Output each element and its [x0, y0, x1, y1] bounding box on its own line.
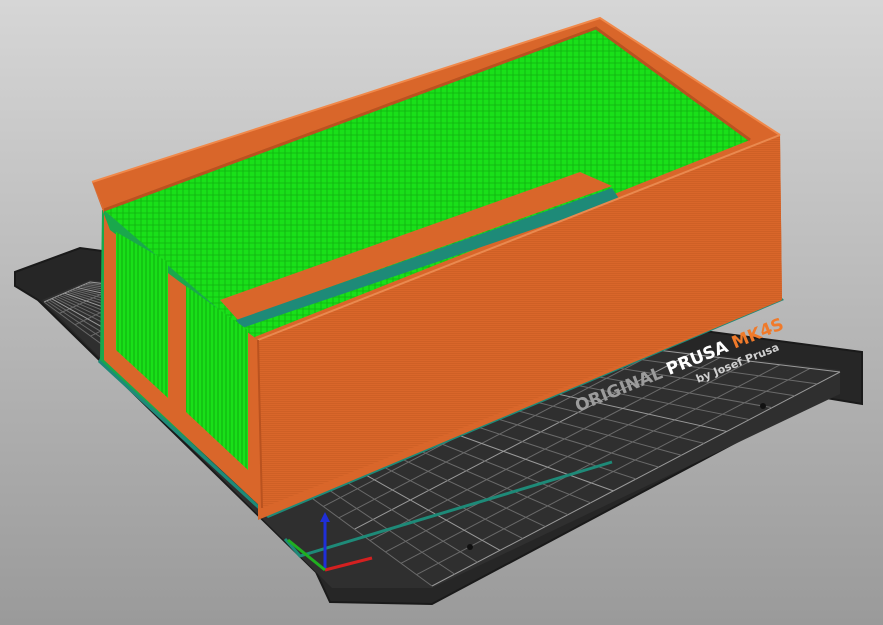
bed-hole: [760, 403, 766, 409]
bed-hole: [467, 544, 473, 550]
scene-canvas[interactable]: ORIGINAL PRUSA MK4S by Josef Prusa: [0, 0, 883, 625]
3d-viewport[interactable]: ORIGINAL PRUSA MK4S by Josef Prusa: [0, 0, 883, 625]
